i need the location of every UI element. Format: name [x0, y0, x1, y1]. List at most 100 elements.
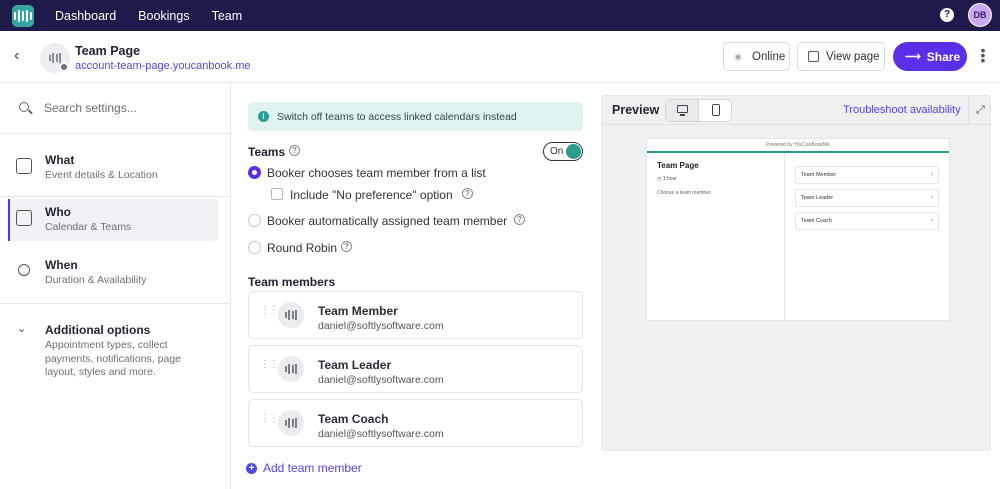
app-logo-icon[interactable] — [12, 4, 34, 27]
settings-sidebar: What Event details & Location Who Calend… — [0, 83, 231, 489]
preview-member-name: Team Leader — [801, 195, 834, 201]
member-email: daniel@softlysoftware.com — [318, 320, 444, 332]
help-circle-icon[interactable]: ? — [289, 145, 300, 156]
team-member-card[interactable]: ⋮⋮ Team Coach daniel@softlysoftware.com — [248, 399, 583, 447]
search-input[interactable] — [44, 99, 214, 117]
option-label: Include "No preference" option — [290, 188, 453, 202]
preview-choose-text: Choose a team member. — [657, 190, 712, 196]
toggle-label: On — [550, 146, 564, 157]
member-name: Team Coach — [318, 412, 389, 426]
nav-dashboard[interactable]: Dashboard — [55, 9, 116, 23]
help-icon[interactable]: ? — [940, 8, 954, 22]
back-arrow-icon[interactable]: ‹ — [14, 47, 19, 65]
sidebar-divider — [0, 303, 230, 304]
user-avatar[interactable]: DB — [968, 3, 992, 27]
nav-bookings[interactable]: Bookings — [138, 9, 189, 23]
search-icon — [19, 102, 29, 112]
troubleshoot-availability-link[interactable]: Troubleshoot availability — [843, 104, 961, 116]
sidebar-item-subtitle: Event details & Location — [45, 169, 158, 181]
sidebar-item-who[interactable]: Who Calendar & Teams — [8, 199, 218, 241]
preview-duration: ◷ 1 hour — [657, 176, 677, 182]
help-circle-icon[interactable]: ? — [514, 214, 525, 225]
nav-team[interactable]: Team — [212, 9, 243, 23]
add-team-member-button[interactable]: + Add team member — [246, 461, 362, 475]
drag-handle-icon[interactable]: ⋮⋮ — [260, 414, 279, 424]
preview-member-name: Team Member — [801, 172, 837, 178]
preview-member-item: Team Member › — [795, 166, 939, 184]
add-team-member-label: Add team member — [263, 461, 362, 475]
sidebar-item-title: When — [45, 258, 78, 272]
sidebar-item-title: What — [45, 153, 75, 167]
sidebar-divider — [0, 196, 230, 197]
drag-handle-icon[interactable]: ⋮⋮ — [260, 360, 279, 370]
sidebar-item-when[interactable]: When Duration & Availability — [8, 252, 218, 294]
sidebar-item-title: Who — [45, 205, 71, 219]
accent-bar — [647, 151, 949, 153]
team-member-card[interactable]: ⋮⋮ Team Leader daniel@softlysoftware.com — [248, 345, 583, 393]
settings-search — [0, 83, 230, 134]
preview-divider — [784, 153, 785, 321]
more-options-icon[interactable]: • • • — [980, 43, 986, 67]
page-title: Team Page — [75, 44, 141, 58]
view-page-label: View page — [826, 50, 880, 63]
expand-icon[interactable]: ⤢ — [976, 104, 985, 117]
watch-icon — [18, 264, 30, 276]
preview-page-title: Team Page — [657, 161, 699, 170]
option-label: Booker automatically assigned team membe… — [267, 214, 508, 228]
info-banner: i Switch off teams to access linked cale… — [248, 102, 583, 131]
checkbox-no-preference[interactable] — [271, 188, 283, 200]
team-members-heading: Team members — [248, 275, 336, 289]
member-name: Team Member — [318, 304, 398, 318]
help-circle-icon[interactable]: ? — [462, 188, 473, 199]
info-icon: i — [258, 111, 269, 122]
help-circle-icon[interactable]: ? — [341, 241, 352, 252]
chevron-right-icon: › — [930, 171, 933, 178]
plus-circle-icon: + — [246, 462, 257, 474]
radio-booker-chooses[interactable] — [248, 166, 261, 179]
member-email: daniel@softlysoftware.com — [318, 374, 444, 386]
member-avatar-icon — [278, 410, 304, 436]
radio-round-robin[interactable] — [248, 241, 261, 254]
online-dot-icon — [734, 52, 742, 61]
powered-by-text: Powered by YouCanBookMe — [766, 142, 830, 148]
sidebar-item-title: Additional options — [45, 323, 151, 337]
page-url-link[interactable]: account-team-page.youcanbook.me — [75, 60, 251, 72]
preview-member-item: Team Coach › — [795, 212, 939, 230]
preview-duration-text: 1 hour — [662, 176, 677, 182]
person-card-icon — [16, 210, 32, 226]
page-header: ‹ Team Page account-team-page.youcanbook… — [0, 31, 1000, 83]
preview-title: Preview — [612, 103, 660, 117]
option-label: Round Robin — [267, 241, 338, 255]
teams-toggle[interactable]: On — [543, 142, 583, 161]
preview-header-divider — [968, 96, 969, 125]
chevron-right-icon: › — [930, 217, 933, 224]
share-button[interactable]: ⟶ Share — [893, 42, 967, 71]
sidebar-item-subtitle: Duration & Availability — [45, 274, 147, 286]
online-label: Online — [752, 50, 786, 63]
preview-member-name: Team Coach — [801, 218, 832, 224]
device-toggle — [665, 99, 732, 122]
document-icon — [16, 158, 32, 174]
monitor-icon — [677, 105, 688, 116]
teams-label: Teams — [248, 145, 286, 159]
preview-panel: Preview Troubleshoot availability ⤢ Powe… — [601, 95, 992, 451]
online-status-button[interactable]: Online — [723, 42, 790, 71]
member-avatar-icon — [278, 356, 304, 382]
drag-handle-icon[interactable]: ⋮⋮ — [260, 306, 279, 316]
top-nav: Dashboard Bookings Team ? DB — [0, 0, 1000, 31]
chevron-right-icon: › — [930, 194, 933, 201]
sidebar-item-subtitle: Calendar & Teams — [45, 221, 132, 233]
radio-auto-assigned[interactable] — [248, 214, 261, 227]
toggle-knob — [566, 144, 581, 159]
share-icon: ⟶ — [905, 51, 921, 63]
share-label: Share — [926, 49, 961, 64]
booking-page-preview: Powered by YouCanBookMe Team Page ◷ 1 ho… — [646, 138, 950, 321]
member-email: daniel@softlysoftware.com — [318, 428, 444, 440]
phone-icon[interactable] — [712, 104, 720, 116]
view-page-button[interactable]: View page — [797, 42, 885, 71]
sidebar-item-what[interactable]: What Event details & Location — [8, 147, 218, 189]
team-member-card[interactable]: ⋮⋮ Team Member daniel@softlysoftware.com — [248, 291, 583, 339]
member-avatar-icon — [278, 302, 304, 328]
sidebar-item-subtitle: Appointment types, collect payments, not… — [45, 339, 181, 378]
option-label: Booker chooses team member from a list — [267, 166, 486, 180]
